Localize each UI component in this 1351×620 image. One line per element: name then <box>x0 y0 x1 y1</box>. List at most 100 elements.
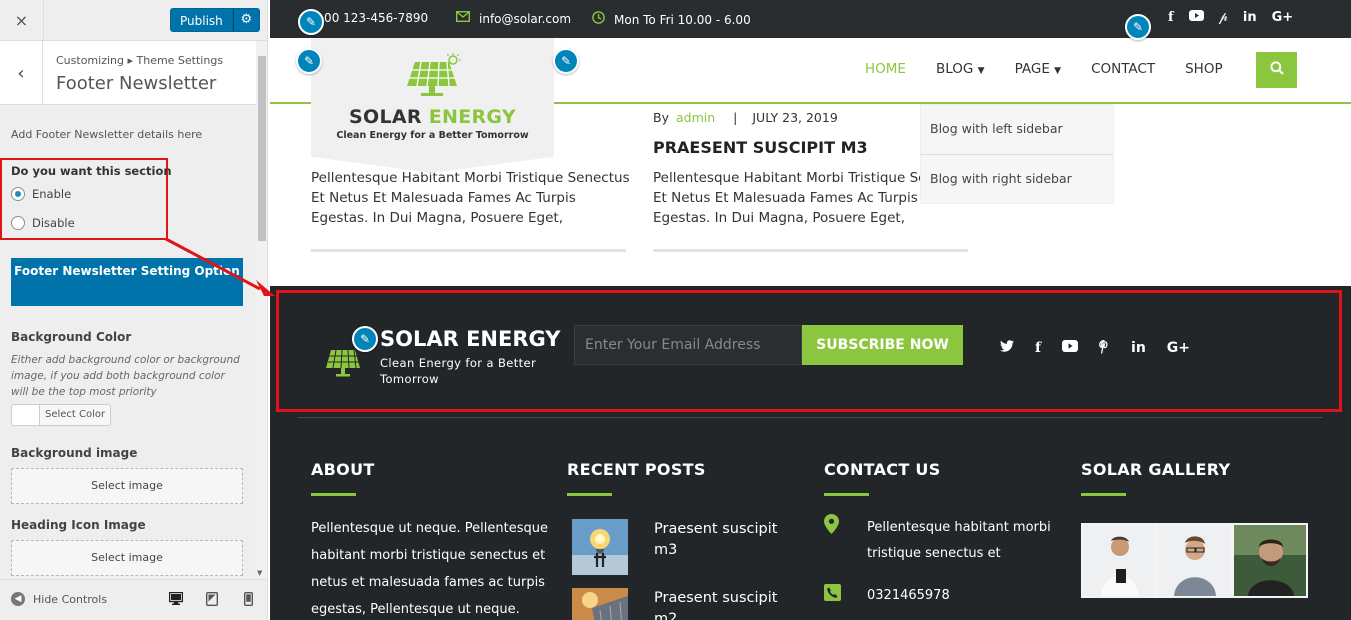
contact-phone: 0321465978 <box>867 588 950 603</box>
nav-page-label[interactable]: PAGE <box>1015 61 1050 77</box>
facebook-icon[interactable]: f <box>1168 10 1174 25</box>
post-author[interactable]: admin <box>676 110 715 125</box>
nav-home[interactable]: HOME <box>865 61 906 77</box>
gallery-image[interactable] <box>1158 525 1231 596</box>
gear-icon[interactable]: ⚙ <box>232 8 260 32</box>
about-text: Pellentesque ut neque. Pellentesque habi… <box>311 521 548 617</box>
radio-disable[interactable]: Disable <box>11 216 75 230</box>
annotation-arrow <box>165 237 275 296</box>
recent-post-title[interactable]: Praesent suscipit m2 <box>654 588 794 620</box>
mobile-icon[interactable] <box>243 591 253 610</box>
radio-checked-icon[interactable] <box>11 187 25 201</box>
phone-icon <box>824 584 841 605</box>
gallery-image[interactable] <box>1233 525 1306 596</box>
select-color-button[interactable]: Select Color <box>40 405 110 425</box>
caret-down-icon: ▼ <box>1054 66 1062 76</box>
scrollbar-thumb[interactable] <box>258 56 266 241</box>
edit-pencil-icon[interactable]: ✎ <box>298 9 324 35</box>
topbar-email[interactable]: info@solar.com <box>455 10 571 26</box>
subscribe-button[interactable]: SUBSCRIBE NOW <box>802 325 963 365</box>
topbar-social: f 𝓅 in G+ <box>1140 10 1293 25</box>
title-underline <box>567 493 612 496</box>
contact-title: CONTACT US <box>824 460 941 479</box>
title-underline <box>1081 493 1126 496</box>
sidebar-scrollbar[interactable]: ▼ <box>256 41 267 579</box>
facebook-icon[interactable]: f <box>1035 340 1041 358</box>
caret-down-icon: ▼ <box>977 66 985 76</box>
email-label[interactable]: info@solar.com <box>479 12 571 26</box>
dropdown-item[interactable]: Blog with right sidebar <box>921 155 1113 205</box>
desktop-icon[interactable] <box>168 591 184 609</box>
edit-pencil-icon[interactable]: ✎ <box>553 48 579 74</box>
logo-title-dark: SOLAR <box>349 106 422 128</box>
envelope-icon <box>455 10 471 26</box>
google-plus-icon[interactable]: G+ <box>1167 340 1190 358</box>
logo-title-green: ENERGY <box>428 106 516 128</box>
select-bg-image-button[interactable]: Select image <box>11 468 243 504</box>
search-icon <box>1269 61 1284 79</box>
post-title[interactable]: PRAESENT SUSCIPIT M3 <box>653 138 868 157</box>
edit-pencil-icon[interactable]: ✎ <box>296 48 322 74</box>
title-underline <box>311 493 356 496</box>
tablet-icon[interactable] <box>205 591 219 610</box>
pinterest-icon[interactable] <box>1099 339 1110 358</box>
map-marker-icon <box>824 514 839 538</box>
topbar-hours: Mon To Fri 10.00 - 6.00 <box>592 11 751 28</box>
solar-panel-icon <box>407 53 461 96</box>
hours-label: Mon To Fri 10.00 - 6.00 <box>614 12 751 27</box>
youtube-icon[interactable] <box>1062 340 1079 358</box>
site-logo[interactable]: SOLAR ENERGY Clean Energy for a Better T… <box>311 38 554 173</box>
post-divider <box>653 249 968 252</box>
linkedin-icon[interactable]: in <box>1131 340 1146 358</box>
newsletter-email-input[interactable]: Enter Your Email Address <box>574 325 802 365</box>
footer-social: f in G+ <box>1000 339 1190 358</box>
twitter-icon[interactable] <box>1000 340 1014 358</box>
radio-enable-label: Enable <box>32 187 72 201</box>
site-preview: +00 123-456-7890 info@solar.com Mon To F… <box>270 0 1351 620</box>
color-swatch[interactable] <box>12 405 40 425</box>
linkedin-icon[interactable]: in <box>1243 10 1257 25</box>
color-picker[interactable]: Select Color <box>11 404 112 426</box>
close-icon[interactable]: × <box>0 0 44 41</box>
google-plus-icon[interactable]: G+ <box>1272 10 1294 25</box>
publish-group: Publish ⚙ <box>170 8 260 32</box>
solar-gallery <box>1081 523 1308 598</box>
solar-panel-icon <box>326 349 360 377</box>
nav-page[interactable]: PAGE ▼ <box>1015 61 1062 77</box>
edit-pencil-icon[interactable]: ✎ <box>1125 14 1151 40</box>
hide-controls-button[interactable]: ◀ Hide Controls <box>11 592 107 606</box>
nav-contact[interactable]: CONTACT <box>1091 61 1155 77</box>
radio-enable[interactable]: Enable <box>11 187 71 201</box>
post-meta: By admin | JULY 23, 2019 <box>653 110 838 125</box>
option-title: Do you want this section <box>11 164 172 178</box>
gallery-image[interactable] <box>1083 525 1156 596</box>
dropdown-item[interactable]: Blog with left sidebar <box>921 105 1113 155</box>
post-divider <box>311 249 626 252</box>
customizer-footer: ◀ Hide Controls <box>0 579 267 620</box>
youtube-icon[interactable] <box>1188 10 1204 25</box>
recent-post-thumbnail[interactable] <box>572 519 628 575</box>
select-heading-icon-button[interactable]: Select image <box>11 540 243 576</box>
edit-pencil-icon[interactable]: ✎ <box>352 326 378 352</box>
publish-button[interactable]: Publish <box>170 8 233 32</box>
nav-blog-label[interactable]: BLOG <box>936 61 973 77</box>
back-icon[interactable]: ‹ <box>0 41 43 105</box>
section-title: Footer Newsletter <box>56 73 217 94</box>
nav-shop[interactable]: SHOP <box>1185 61 1223 77</box>
radio-unchecked-icon[interactable] <box>11 216 25 230</box>
scroll-down-icon[interactable]: ▼ <box>257 569 262 577</box>
section-header: ‹ Customizing ▸ Theme Settings Footer Ne… <box>0 41 256 105</box>
post-by: By <box>653 110 669 125</box>
newsletter-title: SOLAR ENERGY <box>380 327 561 351</box>
search-button[interactable] <box>1256 52 1297 88</box>
phone-label: +00 123-456-7890 <box>314 11 429 25</box>
recent-posts-title: RECENT POSTS <box>567 460 706 479</box>
recent-post-title[interactable]: Praesent suscipit m3 <box>654 519 794 561</box>
recent-post-thumbnail[interactable] <box>572 588 628 620</box>
pinterest-icon[interactable]: 𝓅 <box>1219 10 1228 25</box>
nav-blog[interactable]: BLOG ▼ <box>936 61 985 77</box>
hide-controls-label: Hide Controls <box>33 592 108 606</box>
contact-address: Pellentesque habitant morbi tristique se… <box>867 520 1051 561</box>
heading-icon-label: Heading Icon Image <box>11 518 146 532</box>
top-bar: +00 123-456-7890 info@solar.com Mon To F… <box>270 0 1351 38</box>
